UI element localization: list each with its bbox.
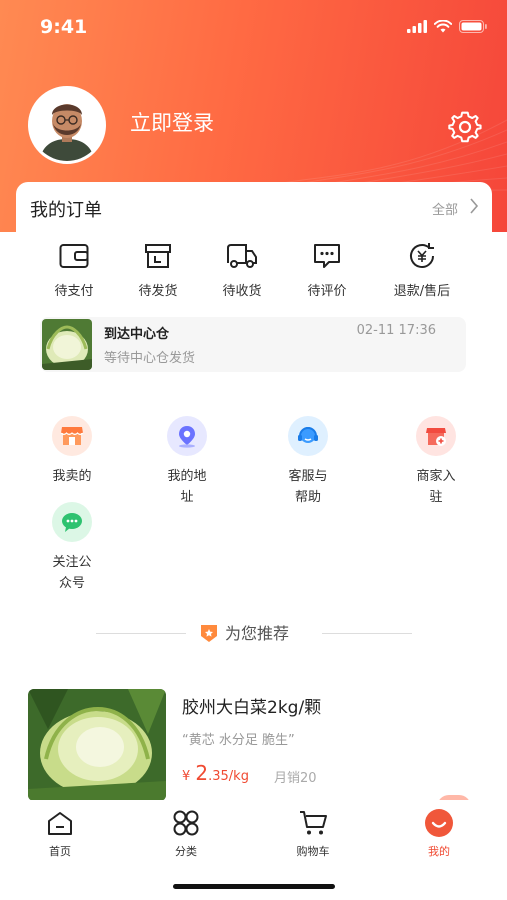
logistics-time: 02-11 17:36 bbox=[356, 323, 436, 338]
divider-line bbox=[96, 633, 186, 634]
service-label: 我卖的 bbox=[52, 469, 92, 484]
order-status-pending-review[interactable]: 待评价 bbox=[287, 240, 367, 299]
tab-home[interactable]: 首页 bbox=[25, 808, 95, 859]
signal-icon bbox=[407, 20, 427, 33]
order-status-pending-shipment[interactable]: 待发货 bbox=[118, 240, 198, 299]
login-link[interactable]: 立即登录 bbox=[130, 107, 214, 137]
service-label: 关注公众号 bbox=[52, 555, 92, 591]
location-icon bbox=[167, 416, 207, 456]
service-follow-official-account[interactable]: 关注公众号 bbox=[35, 502, 109, 594]
product-description: “黄芯 水分足 脆生” bbox=[182, 733, 295, 748]
service-my-address[interactable]: 我的地址 bbox=[150, 416, 224, 508]
wifi-icon bbox=[434, 20, 452, 33]
shop-icon bbox=[52, 416, 92, 456]
home-icon bbox=[48, 812, 72, 835]
product-name: 胶州大白菜2kg/颗 bbox=[182, 698, 322, 718]
order-status-refund[interactable]: 退款/售后 bbox=[382, 240, 462, 299]
price-decimal: .35/kg bbox=[208, 769, 249, 784]
status-time: 9:41 bbox=[40, 16, 88, 38]
logistics-subtitle: 等待中心仓发货 bbox=[104, 351, 196, 366]
merchant-icon bbox=[416, 416, 456, 456]
logistics-title: 到达中心仓 bbox=[104, 327, 170, 342]
orders-all-link[interactable]: 全部 bbox=[432, 199, 458, 218]
profile-icon bbox=[425, 809, 453, 837]
service-label: 我的地址 bbox=[167, 469, 207, 505]
order-status-pending-payment[interactable]: 待支付 bbox=[34, 240, 114, 299]
tab-label: 分类 bbox=[175, 845, 197, 858]
refund-icon bbox=[410, 243, 434, 268]
logistics-notice[interactable]: 到达中心仓 02-11 17:36 等待中心仓发货 bbox=[40, 317, 466, 372]
truck-icon bbox=[227, 244, 257, 268]
product-sales: 月销20 bbox=[274, 771, 317, 786]
tab-cart[interactable]: 购物车 bbox=[278, 808, 348, 859]
tab-profile[interactable]: 我的 bbox=[404, 808, 474, 859]
service-my-sales[interactable]: 我卖的 bbox=[35, 416, 109, 487]
product-card[interactable]: 胶州大白菜2kg/颗 “黄芯 水分足 脆生” ¥ 2.35/kg 月销20 bbox=[28, 689, 488, 801]
avatar[interactable] bbox=[28, 86, 106, 164]
settings-icon[interactable] bbox=[447, 109, 483, 145]
service-customer-help[interactable]: 客服与帮助 bbox=[271, 416, 345, 508]
orders-title: 我的订单 bbox=[30, 200, 102, 221]
tab-label: 首页 bbox=[49, 845, 71, 858]
product-price: ¥ 2.35/kg bbox=[182, 761, 249, 785]
order-status-label: 待支付 bbox=[54, 284, 94, 299]
box-icon bbox=[145, 244, 171, 268]
order-status-label: 待收货 bbox=[222, 284, 262, 299]
comment-icon bbox=[314, 244, 340, 268]
order-status-pending-receipt[interactable]: 待收货 bbox=[202, 240, 282, 299]
cart-icon bbox=[300, 811, 327, 835]
product-image bbox=[28, 689, 166, 801]
status-bar: 9:41 bbox=[0, 0, 507, 56]
tab-category[interactable]: 分类 bbox=[151, 808, 221, 859]
service-label: 商家入驻 bbox=[416, 469, 456, 505]
category-icon bbox=[173, 810, 199, 836]
service-merchant-join[interactable]: 商家入驻 bbox=[399, 416, 473, 508]
chevron-right-icon[interactable] bbox=[468, 196, 480, 216]
service-label: 客服与帮助 bbox=[288, 469, 328, 505]
price-integer: 2 bbox=[195, 761, 209, 785]
recommend-badge-icon bbox=[201, 625, 217, 642]
avatar-image bbox=[31, 89, 103, 161]
wallet-icon bbox=[59, 244, 89, 268]
tab-label: 我的 bbox=[428, 845, 450, 858]
order-status-label: 退款/售后 bbox=[393, 284, 451, 299]
divider-line bbox=[322, 633, 412, 634]
price-currency: ¥ bbox=[182, 769, 191, 784]
product-thumbnail bbox=[42, 319, 92, 370]
recommend-title: 为您推荐 bbox=[225, 624, 290, 643]
headset-icon bbox=[288, 416, 328, 456]
battery-icon bbox=[459, 20, 487, 33]
order-status-label: 待发货 bbox=[138, 284, 178, 299]
status-icons bbox=[407, 20, 487, 33]
order-status-label: 待评价 bbox=[307, 284, 347, 299]
wechat-icon bbox=[52, 502, 92, 542]
home-indicator bbox=[173, 884, 335, 889]
tab-label: 购物车 bbox=[296, 845, 330, 858]
